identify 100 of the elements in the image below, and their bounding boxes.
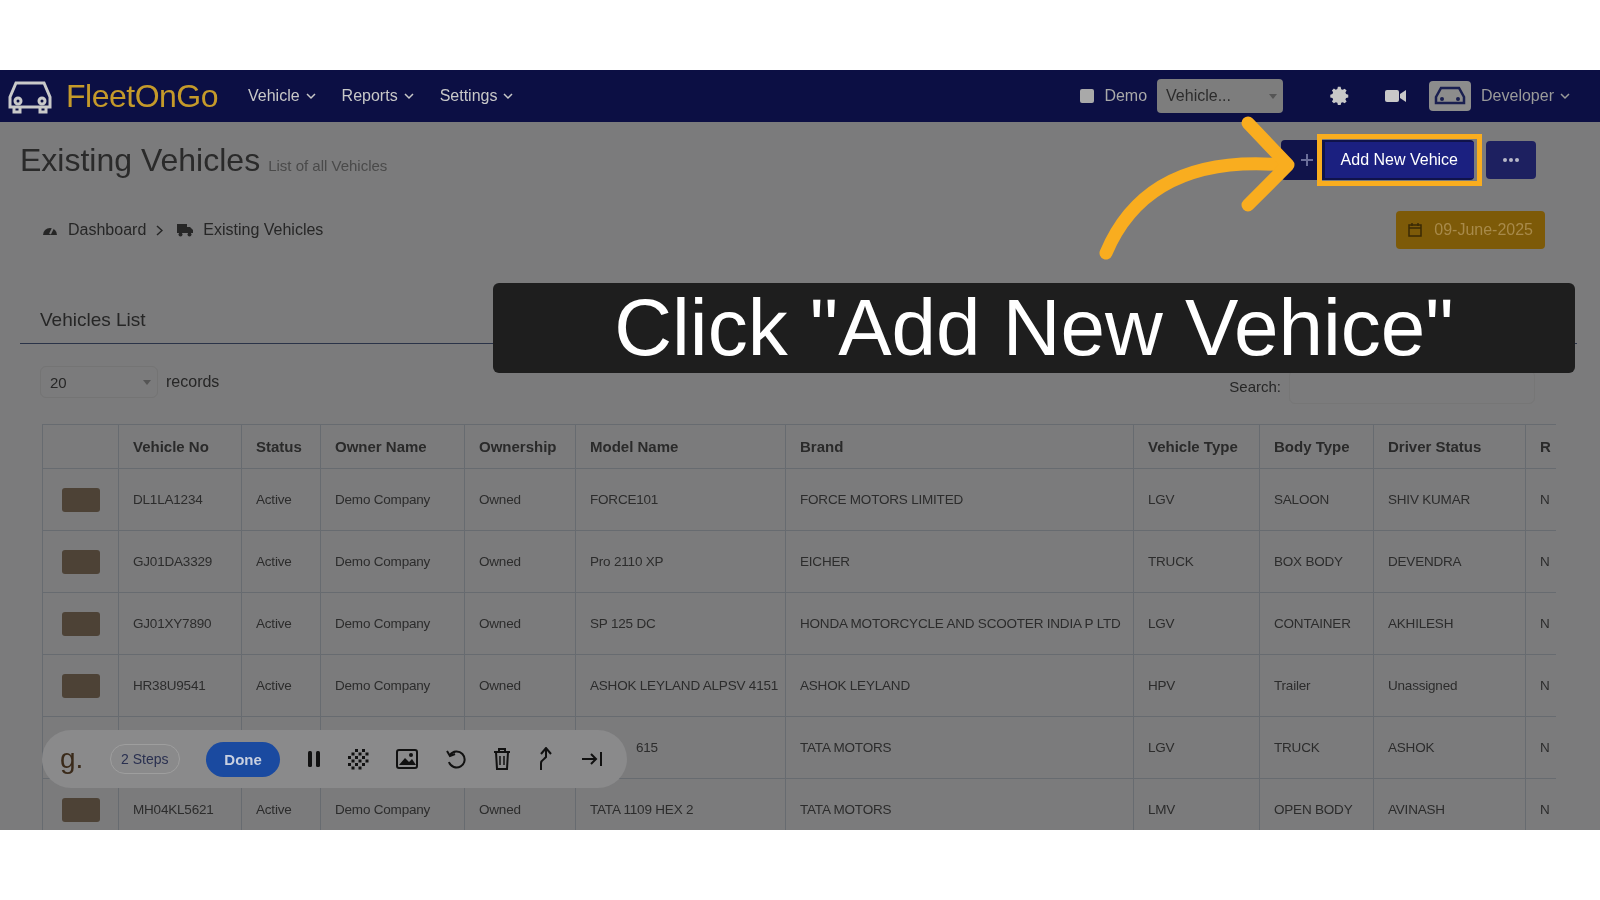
chevron-down-icon <box>503 92 514 100</box>
breadcrumb-link[interactable]: Existing Vehicles <box>203 221 324 239</box>
nav-menu-item[interactable]: Vehicle <box>248 87 316 105</box>
table-cell: SHIV KUMAR <box>1388 492 1470 507</box>
table-cell: Pro 2110 XP <box>590 554 664 569</box>
table-cell: HONDA MOTORCYCLE AND SCOOTER INDIA P LTD <box>800 616 1121 631</box>
vehicle-photo-placeholder <box>61 797 100 822</box>
table-cell: MH04KL5621 <box>133 802 214 817</box>
arrow-up-icon[interactable] <box>538 747 555 771</box>
chevron-down-icon <box>305 92 316 100</box>
car-avatar-icon[interactable] <box>1429 81 1472 111</box>
table-cell: EICHER <box>800 554 850 569</box>
date-button[interactable]: 09-June-2025 <box>1396 211 1545 249</box>
table-cell: ASHOK <box>1388 740 1435 755</box>
instruction-caption: Click "Add New Vehice" <box>493 283 1575 373</box>
done-button[interactable]: Done <box>206 741 280 777</box>
pause-icon[interactable] <box>306 750 321 768</box>
chevron-right-icon <box>156 224 164 236</box>
blur-icon[interactable] <box>347 748 370 770</box>
table-cell: ASHOK LEYLAND ALPSV 4151 <box>590 678 779 693</box>
user-menu[interactable]: Developer <box>1481 87 1570 105</box>
table-cell: Demo Company <box>335 492 431 507</box>
table-cell: Owned <box>479 492 521 507</box>
table-cell: Active <box>256 492 292 507</box>
table-cell: N <box>1540 492 1550 507</box>
table-cell: SALOON <box>1274 492 1330 507</box>
table-cell: LMV <box>1148 802 1176 817</box>
table-cell: Demo Company <box>335 802 431 817</box>
page-size-select[interactable]: 20 <box>40 366 158 398</box>
table-cell: LGV <box>1148 492 1175 507</box>
chevron-down-icon <box>1560 92 1570 100</box>
table-cell: TATA MOTORS <box>800 740 892 755</box>
column-header[interactable]: Vehicle No <box>118 424 242 469</box>
table-cell: AKHILESH <box>1388 616 1454 631</box>
table-cell: N <box>1540 740 1550 755</box>
table-cell: Owned <box>479 616 521 631</box>
breadcrumb-link[interactable]: Dashboard <box>68 221 147 239</box>
demo-label: Demo <box>1104 87 1148 105</box>
table-cell: CONTAINER <box>1274 616 1351 631</box>
table-cell: Demo Company <box>335 616 431 631</box>
table-cell: Demo Company <box>335 678 431 693</box>
table-cell: N <box>1540 802 1550 817</box>
nav-menu-item[interactable]: Reports <box>341 87 414 105</box>
vehicle-photo-placeholder <box>61 487 100 512</box>
table-cell: Owned <box>479 802 521 817</box>
vehicle-photo-placeholder <box>61 611 100 636</box>
table-cell: Active <box>256 616 292 631</box>
column-header[interactable]: R <box>1525 424 1556 469</box>
records-label: records <box>166 373 220 391</box>
column-header[interactable]: Vehicle Type <box>1133 424 1260 469</box>
table-cell: Unassigned <box>1388 678 1458 693</box>
calendar-icon <box>1408 223 1423 237</box>
trash-icon[interactable] <box>493 748 512 770</box>
skip-to-end-icon[interactable] <box>580 750 603 768</box>
chevron-down-icon <box>403 92 414 100</box>
table-cell: Owned <box>479 678 521 693</box>
brand-logo-text: FleetOnGo <box>66 77 218 115</box>
table-cell: DEVENDRA <box>1388 554 1462 569</box>
nav-menu-item[interactable]: Settings <box>439 87 514 105</box>
demo-checkbox[interactable] <box>1080 89 1095 103</box>
search-label: Search: <box>1229 377 1281 395</box>
table-cell: GJ01XY7890 <box>133 616 212 631</box>
more-options-button[interactable] <box>1486 141 1536 179</box>
table-cell: TRUCK <box>1274 740 1320 755</box>
table-cell: OPEN BODY <box>1274 802 1353 817</box>
table-cell: Active <box>256 554 292 569</box>
table-cell: FORCE101 <box>590 492 659 507</box>
column-header[interactable]: Ownership <box>464 424 576 469</box>
table-cell: HPV <box>1148 678 1176 693</box>
column-header[interactable]: Status <box>241 424 321 469</box>
table-cell: N <box>1540 616 1550 631</box>
table-cell: GJ01DA3329 <box>133 554 213 569</box>
table-cell: FORCE MOTORS LIMITED <box>800 492 963 507</box>
column-header[interactable]: Model Name <box>575 424 786 469</box>
column-header[interactable]: Brand <box>785 424 1134 469</box>
table-cell: Demo Company <box>335 554 431 569</box>
table-cell: SP 125 DC <box>590 616 656 631</box>
plus-icon <box>1300 154 1313 166</box>
truck-icon <box>177 223 194 237</box>
column-header[interactable]: Body Type <box>1259 424 1374 469</box>
undo-icon[interactable] <box>444 748 467 770</box>
vehicle-select[interactable]: Vehicle... <box>1157 79 1284 113</box>
table-cell: ASHOK LEYLAND <box>800 678 910 693</box>
column-header[interactable]: Owner Name <box>320 424 465 469</box>
recorder-logo: g. <box>60 743 84 775</box>
vehicle-photo-placeholder <box>61 549 100 574</box>
vehicle-photo-placeholder <box>61 673 100 698</box>
image-icon[interactable] <box>396 749 418 769</box>
table-cell: N <box>1540 554 1550 569</box>
column-header[interactable]: Driver Status <box>1373 424 1526 469</box>
video-camera-icon[interactable] <box>1385 88 1408 104</box>
table-cell: Owned <box>479 554 521 569</box>
table-cell: TRUCK <box>1148 554 1194 569</box>
table-cell: AVINASH <box>1388 802 1445 817</box>
page-title: Existing Vehicles <box>20 141 261 179</box>
table-cell: LGV <box>1148 740 1175 755</box>
table-cell: LGV <box>1148 616 1175 631</box>
table-cell: 615 <box>636 740 658 755</box>
table-cell: TATA MOTORS <box>800 802 892 817</box>
more-dots-icon <box>1502 157 1520 163</box>
